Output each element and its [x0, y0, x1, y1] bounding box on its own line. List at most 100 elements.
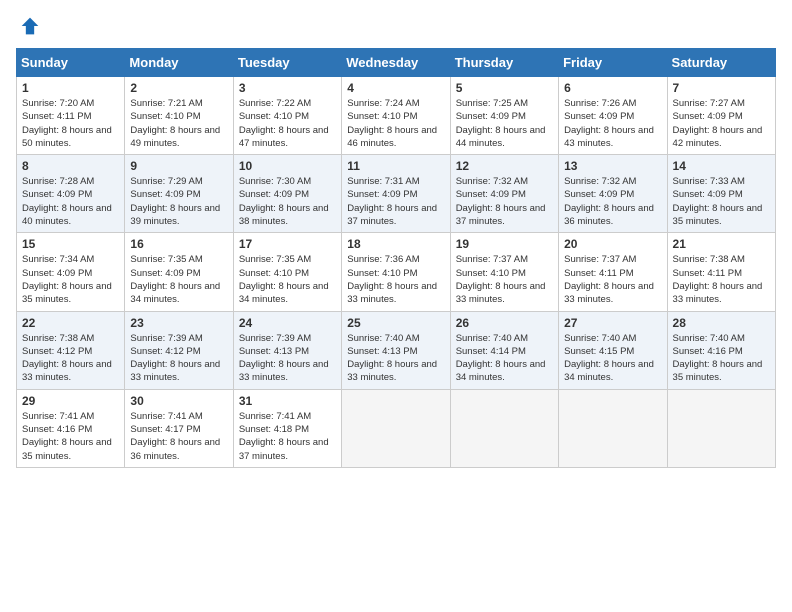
sunrise-label: Sunrise: 7:34 AM	[22, 254, 94, 265]
sunrise-label: Sunrise: 7:41 AM	[239, 411, 311, 422]
daylight-label: Daylight: 8 hours and 33 minutes.	[22, 359, 112, 383]
daylight-label: Daylight: 8 hours and 33 minutes.	[130, 359, 220, 383]
daylight-label: Daylight: 8 hours and 46 minutes.	[347, 125, 437, 149]
day-of-week-header: Friday	[559, 49, 667, 77]
sunrise-label: Sunrise: 7:39 AM	[239, 333, 311, 344]
sunrise-label: Sunrise: 7:40 AM	[673, 333, 745, 344]
day-info: Sunrise: 7:40 AM Sunset: 4:13 PM Dayligh…	[347, 332, 444, 385]
sunset-label: Sunset: 4:18 PM	[239, 424, 309, 435]
day-info: Sunrise: 7:40 AM Sunset: 4:15 PM Dayligh…	[564, 332, 661, 385]
day-of-week-header: Monday	[125, 49, 233, 77]
daylight-label: Daylight: 8 hours and 44 minutes.	[456, 125, 546, 149]
sunrise-label: Sunrise: 7:40 AM	[347, 333, 419, 344]
daylight-label: Daylight: 8 hours and 35 minutes.	[673, 203, 763, 227]
day-number: 11	[347, 159, 444, 173]
daylight-label: Daylight: 8 hours and 43 minutes.	[564, 125, 654, 149]
sunrise-label: Sunrise: 7:39 AM	[130, 333, 202, 344]
daylight-label: Daylight: 8 hours and 36 minutes.	[564, 203, 654, 227]
day-number: 30	[130, 394, 227, 408]
day-info: Sunrise: 7:39 AM Sunset: 4:12 PM Dayligh…	[130, 332, 227, 385]
sunrise-label: Sunrise: 7:32 AM	[456, 176, 528, 187]
day-number: 25	[347, 316, 444, 330]
day-number: 7	[673, 81, 770, 95]
day-info: Sunrise: 7:20 AM Sunset: 4:11 PM Dayligh…	[22, 97, 119, 150]
calendar-day-cell: 2 Sunrise: 7:21 AM Sunset: 4:10 PM Dayli…	[125, 77, 233, 155]
day-number: 31	[239, 394, 336, 408]
sunrise-label: Sunrise: 7:27 AM	[673, 98, 745, 109]
calendar-day-cell: 28 Sunrise: 7:40 AM Sunset: 4:16 PM Dayl…	[667, 311, 775, 389]
day-number: 19	[456, 237, 553, 251]
sunset-label: Sunset: 4:09 PM	[130, 268, 200, 279]
day-number: 28	[673, 316, 770, 330]
day-of-week-header: Thursday	[450, 49, 558, 77]
calendar-day-cell: 9 Sunrise: 7:29 AM Sunset: 4:09 PM Dayli…	[125, 155, 233, 233]
calendar-day-cell: 16 Sunrise: 7:35 AM Sunset: 4:09 PM Dayl…	[125, 233, 233, 311]
daylight-label: Daylight: 8 hours and 33 minutes.	[456, 281, 546, 305]
sunrise-label: Sunrise: 7:30 AM	[239, 176, 311, 187]
day-info: Sunrise: 7:36 AM Sunset: 4:10 PM Dayligh…	[347, 253, 444, 306]
day-number: 29	[22, 394, 119, 408]
sunset-label: Sunset: 4:09 PM	[673, 189, 743, 200]
sunset-label: Sunset: 4:10 PM	[239, 111, 309, 122]
daylight-label: Daylight: 8 hours and 34 minutes.	[239, 281, 329, 305]
sunrise-label: Sunrise: 7:40 AM	[564, 333, 636, 344]
daylight-label: Daylight: 8 hours and 33 minutes.	[347, 359, 437, 383]
day-info: Sunrise: 7:33 AM Sunset: 4:09 PM Dayligh…	[673, 175, 770, 228]
day-info: Sunrise: 7:29 AM Sunset: 4:09 PM Dayligh…	[130, 175, 227, 228]
daylight-label: Daylight: 8 hours and 33 minutes.	[564, 281, 654, 305]
sunset-label: Sunset: 4:13 PM	[239, 346, 309, 357]
calendar-day-cell: 11 Sunrise: 7:31 AM Sunset: 4:09 PM Dayl…	[342, 155, 450, 233]
sunset-label: Sunset: 4:11 PM	[564, 268, 634, 279]
calendar-day-cell: 17 Sunrise: 7:35 AM Sunset: 4:10 PM Dayl…	[233, 233, 341, 311]
calendar-day-cell: 18 Sunrise: 7:36 AM Sunset: 4:10 PM Dayl…	[342, 233, 450, 311]
daylight-label: Daylight: 8 hours and 33 minutes.	[673, 281, 763, 305]
sunset-label: Sunset: 4:10 PM	[239, 268, 309, 279]
day-info: Sunrise: 7:31 AM Sunset: 4:09 PM Dayligh…	[347, 175, 444, 228]
sunset-label: Sunset: 4:09 PM	[347, 189, 417, 200]
daylight-label: Daylight: 8 hours and 35 minutes.	[22, 437, 112, 461]
day-info: Sunrise: 7:30 AM Sunset: 4:09 PM Dayligh…	[239, 175, 336, 228]
day-info: Sunrise: 7:35 AM Sunset: 4:10 PM Dayligh…	[239, 253, 336, 306]
sunrise-label: Sunrise: 7:41 AM	[130, 411, 202, 422]
calendar-day-cell: 3 Sunrise: 7:22 AM Sunset: 4:10 PM Dayli…	[233, 77, 341, 155]
day-number: 22	[22, 316, 119, 330]
logo-icon	[20, 16, 40, 36]
sunrise-label: Sunrise: 7:22 AM	[239, 98, 311, 109]
daylight-label: Daylight: 8 hours and 33 minutes.	[239, 359, 329, 383]
sunset-label: Sunset: 4:16 PM	[673, 346, 743, 357]
sunset-label: Sunset: 4:09 PM	[456, 111, 526, 122]
calendar-week-row: 8 Sunrise: 7:28 AM Sunset: 4:09 PM Dayli…	[17, 155, 776, 233]
sunset-label: Sunset: 4:16 PM	[22, 424, 92, 435]
sunset-label: Sunset: 4:11 PM	[22, 111, 92, 122]
daylight-label: Daylight: 8 hours and 39 minutes.	[130, 203, 220, 227]
sunrise-label: Sunrise: 7:29 AM	[130, 176, 202, 187]
logo	[16, 16, 40, 36]
calendar-week-row: 22 Sunrise: 7:38 AM Sunset: 4:12 PM Dayl…	[17, 311, 776, 389]
calendar-day-cell: 22 Sunrise: 7:38 AM Sunset: 4:12 PM Dayl…	[17, 311, 125, 389]
sunrise-label: Sunrise: 7:20 AM	[22, 98, 94, 109]
calendar-day-cell	[559, 389, 667, 467]
day-info: Sunrise: 7:25 AM Sunset: 4:09 PM Dayligh…	[456, 97, 553, 150]
day-info: Sunrise: 7:38 AM Sunset: 4:11 PM Dayligh…	[673, 253, 770, 306]
day-number: 12	[456, 159, 553, 173]
sunrise-label: Sunrise: 7:31 AM	[347, 176, 419, 187]
sunrise-label: Sunrise: 7:21 AM	[130, 98, 202, 109]
sunset-label: Sunset: 4:12 PM	[22, 346, 92, 357]
day-of-week-header: Wednesday	[342, 49, 450, 77]
day-info: Sunrise: 7:37 AM Sunset: 4:11 PM Dayligh…	[564, 253, 661, 306]
day-info: Sunrise: 7:32 AM Sunset: 4:09 PM Dayligh…	[456, 175, 553, 228]
page-header	[16, 16, 776, 36]
daylight-label: Daylight: 8 hours and 40 minutes.	[22, 203, 112, 227]
daylight-label: Daylight: 8 hours and 49 minutes.	[130, 125, 220, 149]
day-of-week-header: Saturday	[667, 49, 775, 77]
day-info: Sunrise: 7:26 AM Sunset: 4:09 PM Dayligh…	[564, 97, 661, 150]
calendar-week-row: 15 Sunrise: 7:34 AM Sunset: 4:09 PM Dayl…	[17, 233, 776, 311]
calendar-day-cell: 27 Sunrise: 7:40 AM Sunset: 4:15 PM Dayl…	[559, 311, 667, 389]
calendar-day-cell	[450, 389, 558, 467]
sunset-label: Sunset: 4:11 PM	[673, 268, 743, 279]
sunrise-label: Sunrise: 7:32 AM	[564, 176, 636, 187]
sunrise-label: Sunrise: 7:24 AM	[347, 98, 419, 109]
day-number: 27	[564, 316, 661, 330]
calendar-day-cell: 26 Sunrise: 7:40 AM Sunset: 4:14 PM Dayl…	[450, 311, 558, 389]
day-number: 2	[130, 81, 227, 95]
